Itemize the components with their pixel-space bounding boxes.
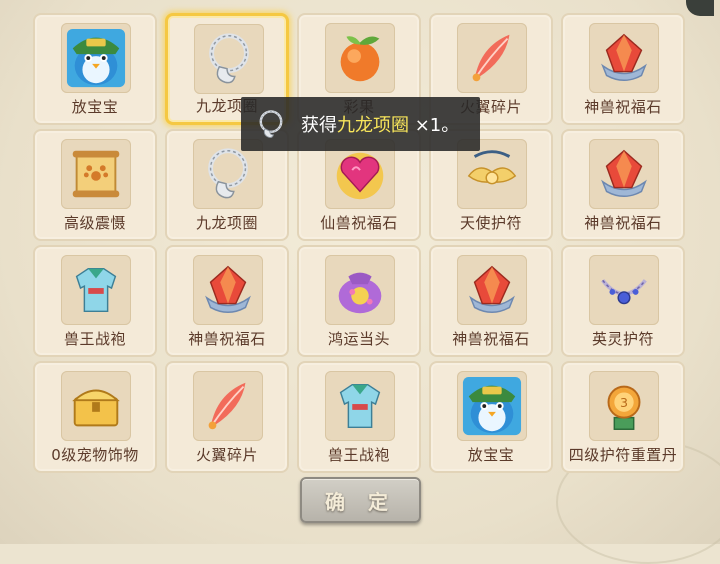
item-slot[interactable]: 兽王战袍 — [297, 361, 421, 473]
close-corner[interactable] — [686, 0, 714, 16]
red-feather-icon — [208, 382, 246, 430]
item-icon-frame — [589, 255, 659, 325]
reward-panel: 放宝宝 九龙项圈 彩果 火翼碎片 神兽祝福石 高级震慑 九龙项圈 仙兽祝福石 天… — [0, 0, 720, 564]
confirm-button[interactable]: 确 定 — [300, 477, 421, 523]
item-slot[interactable]: 鸿运当头 — [297, 245, 421, 357]
lucky-bag-icon — [338, 272, 382, 314]
item-icon-frame — [193, 371, 263, 441]
item-label: 高级震慑 — [63, 214, 126, 232]
item-slot[interactable]: 高级震慑 — [33, 129, 157, 241]
item-icon-frame — [457, 23, 527, 93]
item-icon-frame — [457, 371, 527, 441]
svg-text:3: 3 — [620, 395, 628, 410]
dragon-collar-icon — [259, 110, 283, 138]
battle-robe-icon — [339, 383, 381, 429]
item-slot[interactable]: 神兽祝福石 — [561, 13, 685, 125]
item-slot[interactable]: 放宝宝 — [429, 361, 553, 473]
penguin-pet-icon — [66, 28, 126, 88]
item-slot[interactable]: 火翼碎片 — [165, 361, 289, 473]
red-feather-icon — [472, 34, 510, 82]
item-slot[interactable]: 0级宠物饰物 — [33, 361, 157, 473]
dragon-collar-icon — [208, 148, 248, 199]
item-icon-frame — [457, 255, 527, 325]
toast-item-name: 九龙项圈 — [337, 115, 409, 136]
item-icon-frame — [589, 139, 659, 209]
item-label: 兽王战袍 — [327, 446, 390, 464]
item-slot[interactable]: 神兽祝福石 — [429, 245, 553, 357]
item-label: 0级宠物饰物 — [51, 446, 139, 464]
heart-gem-icon — [336, 152, 384, 200]
item-label: 天使护符 — [459, 214, 522, 232]
reset-pill-icon: 3 — [607, 385, 641, 430]
item-slot[interactable]: 兽王战袍 — [33, 245, 157, 357]
toast-prefix: 获得 — [301, 115, 337, 136]
toast-suffix: ×1。 — [409, 115, 460, 136]
blessing-gem-icon — [469, 265, 515, 314]
item-icon-frame: 3 — [589, 371, 659, 441]
item-label: 放宝宝 — [467, 446, 515, 464]
item-icon-frame — [193, 255, 263, 325]
item-label: 神兽祝福石 — [584, 214, 662, 232]
item-icon-frame — [325, 371, 395, 441]
peach-fruit-icon — [340, 36, 380, 82]
blessing-gem-icon — [601, 33, 647, 82]
item-icon-frame — [589, 23, 659, 93]
item-label: 兽王战袍 — [63, 330, 126, 348]
toast-text: 获得九龙项圈 ×1。 — [301, 111, 459, 137]
item-label: 放宝宝 — [71, 98, 119, 116]
reward-toast: 获得九龙项圈 ×1。 — [241, 97, 480, 151]
item-label: 火翼碎片 — [195, 446, 258, 464]
item-icon-frame — [61, 139, 131, 209]
item-label: 四级护符重置丹 — [568, 446, 678, 464]
item-grid: 放宝宝 九龙项圈 彩果 火翼碎片 神兽祝福石 高级震慑 九龙项圈 仙兽祝福石 天… — [33, 13, 685, 473]
item-icon-frame — [325, 255, 395, 325]
item-label: 神兽祝福石 — [452, 330, 530, 348]
treasure-chest-icon — [72, 389, 120, 427]
item-label: 九龙项圈 — [195, 214, 258, 232]
blessing-gem-icon — [205, 265, 251, 314]
item-label: 鸿运当头 — [327, 330, 390, 348]
angel-charm-icon — [467, 150, 517, 185]
item-icon-frame — [325, 23, 395, 93]
battle-robe-icon — [75, 267, 117, 313]
item-label: 神兽祝福石 — [188, 330, 266, 348]
item-label: 英灵护符 — [591, 330, 654, 348]
item-label: 仙兽祝福石 — [320, 214, 398, 232]
item-label: 神兽祝福石 — [584, 98, 662, 116]
penguin-pet-icon — [462, 376, 522, 436]
item-icon-frame — [61, 371, 131, 441]
blessing-gem-icon — [601, 149, 647, 198]
item-slot[interactable]: 英灵护符 — [561, 245, 685, 357]
item-slot[interactable]: 3 四级护符重置丹 — [561, 361, 685, 473]
item-slot[interactable]: 放宝宝 — [33, 13, 157, 125]
item-icon-frame — [61, 255, 131, 325]
item-icon-frame — [194, 24, 264, 94]
scroll-icon — [72, 150, 120, 198]
necklace-charm-icon — [601, 279, 647, 305]
item-icon-frame — [61, 23, 131, 93]
item-slot[interactable]: 神兽祝福石 — [165, 245, 289, 357]
item-slot[interactable]: 神兽祝福石 — [561, 129, 685, 241]
dragon-collar-icon — [209, 33, 249, 84]
